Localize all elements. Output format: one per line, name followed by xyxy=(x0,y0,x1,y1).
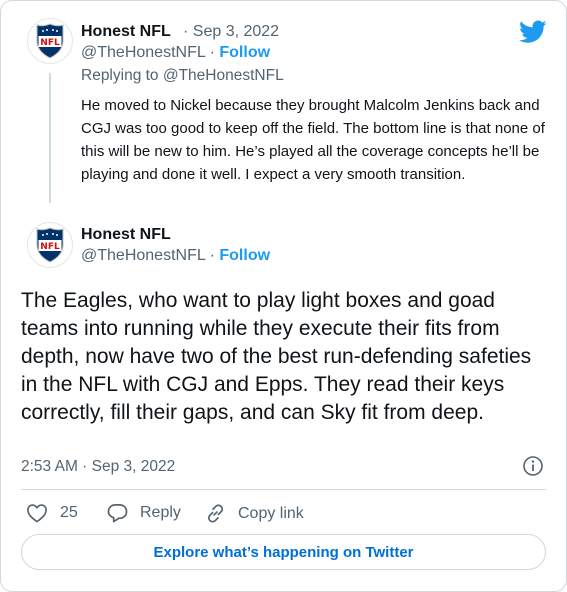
reply-date[interactable]: · Sep 3, 2022 xyxy=(183,23,279,41)
follow-button[interactable]: Follow xyxy=(219,247,270,264)
separator-dot: · xyxy=(209,247,215,264)
like-button[interactable]: 25 xyxy=(26,503,78,523)
separator-dot: · xyxy=(209,44,215,61)
svg-text:NFL: NFL xyxy=(40,38,60,48)
copy-link-button[interactable]: Copy link xyxy=(205,503,304,524)
explore-label: Explore what’s happening on Twitter xyxy=(153,543,414,561)
main-tweet-text: The Eagles, who want to play light boxes… xyxy=(21,289,532,424)
avatar[interactable]: NFL xyxy=(27,222,73,268)
main-author-name[interactable]: Honest NFL xyxy=(81,226,171,244)
embedded-tweet-card: NFL Honest NFL · Sep 3, 2022 @TheHonestN… xyxy=(0,0,567,592)
svg-text:NFL: NFL xyxy=(40,242,60,252)
main-handle[interactable]: @TheHonestNFL xyxy=(81,247,205,264)
explore-twitter-button[interactable]: Explore what’s happening on Twitter xyxy=(21,534,546,570)
follow-button[interactable]: Follow xyxy=(219,44,270,61)
nfl-shield-logo: NFL xyxy=(36,227,64,263)
nfl-shield-logo: NFL xyxy=(36,23,64,59)
tweet-timestamp[interactable]: 2:53 AM · Sep 3, 2022 xyxy=(21,458,175,476)
like-count: 25 xyxy=(60,504,78,521)
replying-to-prefix: Replying to xyxy=(81,67,159,84)
replying-to: Replying to @TheHonestNFL xyxy=(81,67,284,85)
speech-bubble-icon xyxy=(107,504,128,523)
reply-handle-row: @TheHonestNFL · Follow xyxy=(81,44,270,62)
reply-button[interactable]: Reply xyxy=(107,503,181,523)
reply-author-name-text[interactable]: Honest NFL xyxy=(81,23,171,40)
reply-tweet-text: He moved to Nickel because they brought … xyxy=(81,97,545,183)
avatar[interactable]: NFL xyxy=(27,18,73,64)
reply-author-name[interactable]: Honest NFL xyxy=(81,23,171,41)
main-handle-row: @TheHonestNFL · Follow xyxy=(81,247,270,265)
thread-connector-line xyxy=(49,73,51,203)
reply-handle[interactable]: @TheHonestNFL xyxy=(81,44,205,61)
reply-label: Reply xyxy=(140,504,181,521)
copy-link-label: Copy link xyxy=(238,504,304,522)
link-icon xyxy=(207,504,224,523)
info-icon[interactable] xyxy=(522,455,544,477)
replying-to-handle[interactable]: @TheHonestNFL xyxy=(163,67,284,84)
twitter-bird-icon[interactable] xyxy=(519,20,547,44)
divider xyxy=(21,489,546,490)
heart-icon xyxy=(27,504,47,523)
